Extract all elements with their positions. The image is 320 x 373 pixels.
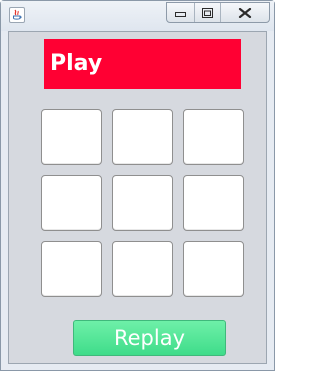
board-cell-2[interactable]: [112, 109, 173, 165]
minimize-button[interactable]: [167, 3, 195, 22]
board-cell-9[interactable]: [183, 241, 244, 297]
replay-button[interactable]: Replay: [73, 320, 226, 356]
close-icon: [238, 7, 252, 18]
app-window: Play Replay: [0, 0, 275, 371]
replay-label: Replay: [113, 326, 186, 350]
title-bar[interactable]: [1, 1, 274, 31]
board-cell-4[interactable]: [41, 175, 102, 231]
game-panel: Play Replay: [8, 31, 267, 364]
close-button[interactable]: [221, 3, 269, 22]
maximize-icon: [202, 7, 213, 18]
board-cell-8[interactable]: [112, 241, 173, 297]
status-banner: Play: [44, 39, 241, 89]
window-controls: [166, 2, 270, 23]
board-cell-5[interactable]: [112, 175, 173, 231]
board-cell-6[interactable]: [183, 175, 244, 231]
board-cell-1[interactable]: [41, 109, 102, 165]
maximize-button[interactable]: [195, 3, 221, 22]
java-cup-icon[interactable]: [9, 7, 25, 23]
board-cell-3[interactable]: [183, 109, 244, 165]
status-label: Play: [50, 51, 103, 76]
board-cell-7[interactable]: [41, 241, 102, 297]
minimize-icon: [175, 11, 186, 17]
